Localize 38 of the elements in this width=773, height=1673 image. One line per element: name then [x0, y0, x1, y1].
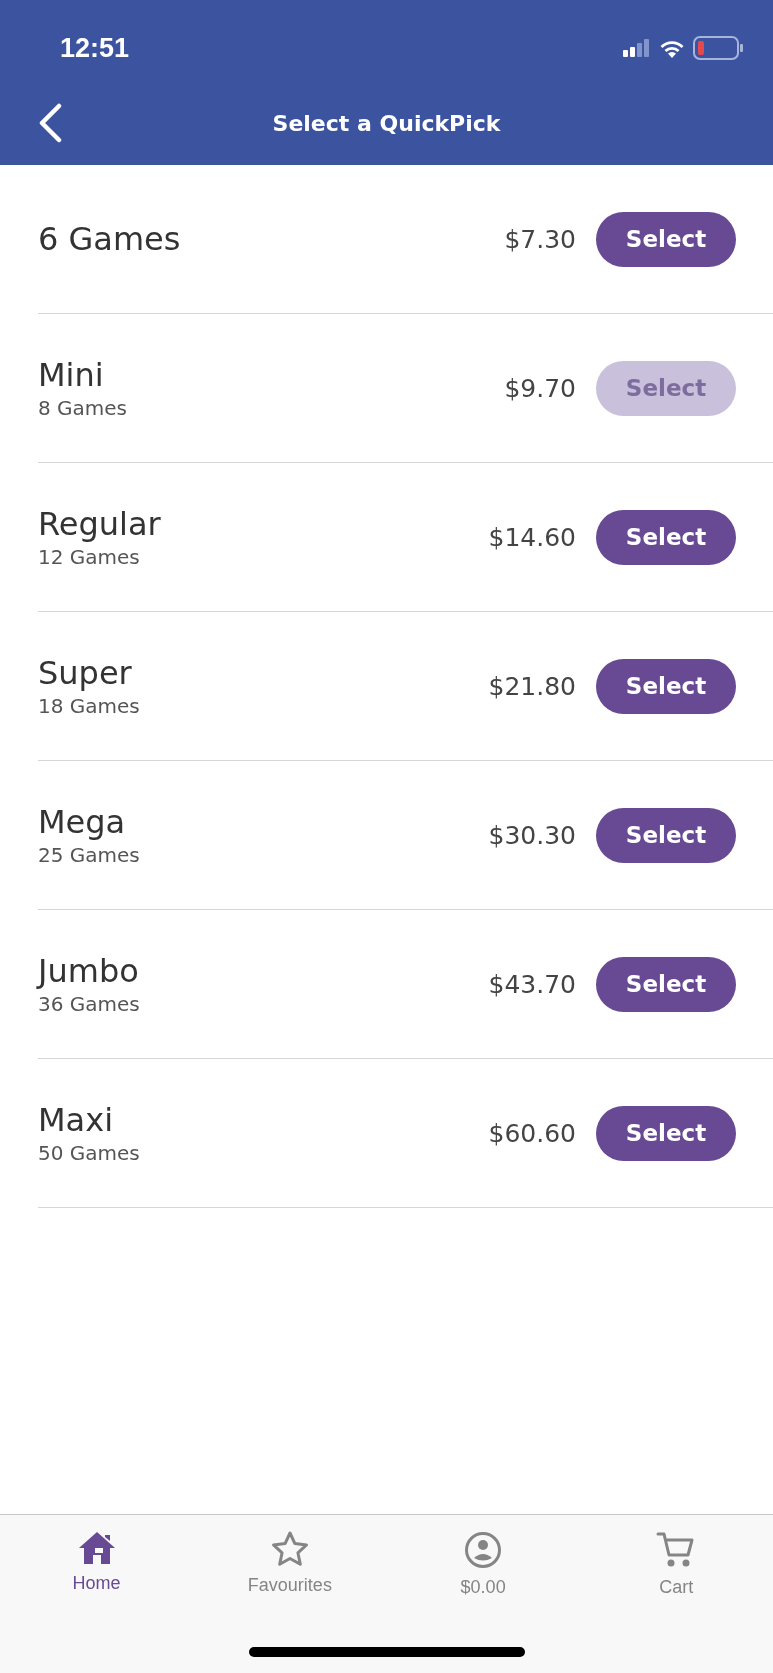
option-price: $60.60: [488, 1118, 576, 1148]
house-icon: [77, 1531, 116, 1565]
star-icon: [270, 1531, 309, 1567]
option-name: Mini: [38, 356, 105, 394]
tab-item[interactable]: $0.00: [386, 1515, 580, 1620]
status-time: 12:51: [60, 32, 130, 64]
select-button[interactable]: Select: [596, 1105, 736, 1161]
games-count: 36 Games: [38, 992, 141, 1016]
option-name: Maxi: [38, 1101, 115, 1139]
select-button[interactable]: Select: [596, 509, 736, 565]
games-count: 12 Games: [38, 545, 141, 569]
select-button[interactable]: Select: [596, 807, 736, 863]
option-name: Super: [38, 654, 133, 692]
battery-icon: [693, 36, 743, 60]
games-count: 8 Games: [38, 396, 129, 420]
option-name: 6 Games: [38, 220, 182, 258]
option-name: Mega: [38, 803, 127, 841]
option-price: $21.80: [488, 671, 576, 701]
select-button[interactable]: Select: [596, 658, 736, 714]
account-icon: [464, 1531, 503, 1569]
games-count: 25 Games: [38, 843, 141, 867]
option-name: Jumbo: [38, 952, 140, 990]
option-name: Regular: [38, 505, 162, 543]
tab-item[interactable]: Home: [0, 1515, 194, 1620]
back-icon[interactable]: [38, 103, 62, 143]
option-price: $14.60: [488, 522, 576, 552]
games-count: 18 Games: [38, 694, 141, 718]
option-price: $43.70: [488, 969, 576, 999]
select-button[interactable]: Select: [596, 956, 736, 1012]
option-price: $30.30: [488, 820, 576, 850]
tab-item[interactable]: Cart: [579, 1515, 773, 1620]
option-price: $7.30: [504, 224, 576, 254]
wifi-icon: [659, 38, 685, 58]
games-count: 50 Games: [38, 1141, 141, 1165]
select-button[interactable]: Select: [596, 211, 736, 267]
page-title: Select a QuickPick: [272, 110, 501, 136]
signal-icon: [623, 39, 651, 57]
option-price: $9.70: [504, 373, 576, 403]
